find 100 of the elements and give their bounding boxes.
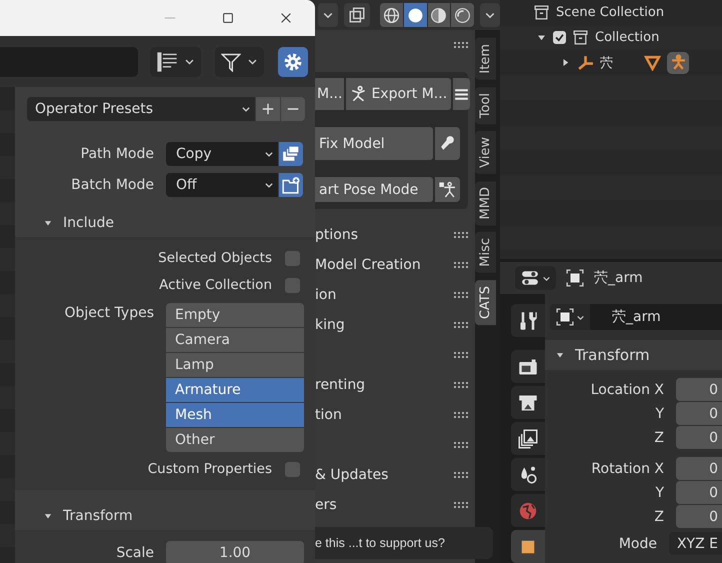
panel-header[interactable]: Transform (545, 340, 722, 370)
toggle-button[interactable] (279, 173, 303, 197)
sidebar-tab[interactable]: View (475, 130, 496, 174)
dropdown[interactable]: Off (166, 173, 278, 197)
checkbox[interactable] (285, 462, 300, 476)
checkbox[interactable] (285, 250, 300, 266)
panel-header[interactable]: ptions (315, 227, 358, 243)
list-option[interactable]: Mesh (166, 403, 304, 427)
display-mode-dropdown[interactable] (150, 46, 201, 76)
sidebar-tab[interactable]: Tool (475, 86, 496, 124)
overlay-button[interactable] (344, 3, 370, 27)
tree-item[interactable]: Scene Collection (556, 5, 664, 20)
filter-dropdown[interactable] (215, 46, 264, 76)
object-icon (566, 269, 584, 287)
dropdown-button[interactable] (480, 3, 500, 27)
properties-tab[interactable] (511, 386, 545, 419)
panel-header[interactable]: & Updates (315, 467, 388, 483)
number-field[interactable]: 0 (676, 457, 722, 480)
add-button[interactable] (256, 97, 280, 121)
properties-tab[interactable] (511, 422, 545, 455)
properties-tab[interactable] (511, 458, 545, 491)
shading-button[interactable] (380, 3, 403, 27)
properties-tab[interactable] (511, 530, 545, 563)
checkbox[interactable] (553, 31, 566, 44)
settings-button[interactable] (278, 46, 308, 76)
sidebar-tab[interactable]: Item (475, 38, 496, 80)
maximize-icon (221, 11, 235, 25)
stacked-boxes-icon (282, 145, 300, 163)
tool-button[interactable]: Fix Model (315, 127, 433, 160)
remove-button[interactable] (281, 97, 305, 121)
figure-icon (439, 181, 456, 198)
field-label: Scale (115, 545, 155, 561)
sidebar-tab[interactable]: MMD (475, 180, 496, 226)
field-label: Path Mode (80, 146, 155, 162)
panel-header[interactable]: Model Creation (315, 257, 421, 273)
globe-icon[interactable] (518, 500, 538, 520)
tool-button[interactable]: art Pose Mode (315, 177, 433, 202)
list-option[interactable]: Camera (166, 328, 304, 352)
wrench-screwdriver-icon[interactable] (518, 310, 538, 330)
checkbox[interactable] (285, 278, 300, 292)
presets-dropdown[interactable]: Operator Presets (27, 97, 255, 121)
checkbox-label: Custom Properties (148, 461, 272, 477)
editor-type-dropdown[interactable] (515, 266, 556, 290)
panel-header[interactable]: king (315, 317, 345, 333)
shading-button[interactable] (404, 3, 426, 27)
checkbox-label: Active Collection (159, 277, 272, 293)
properties-tab[interactable] (511, 304, 545, 337)
sphere-icon (430, 6, 448, 24)
properties-tab[interactable] (511, 350, 545, 383)
list-option[interactable]: Other (166, 428, 304, 452)
object-icon (556, 308, 574, 326)
tool-button[interactable]: M... (315, 78, 344, 110)
camera-icon[interactable] (518, 356, 538, 376)
panel-title: Include (63, 214, 114, 230)
mode-dropdown[interactable]: XYZ E (668, 532, 722, 555)
name-field[interactable]: 茓_arm (590, 304, 722, 330)
list-option[interactable]: Lamp (166, 353, 304, 377)
menu-button[interactable] (453, 78, 470, 110)
support-banner[interactable]: e this ...t to support us? (315, 527, 493, 559)
data-type-dropdown[interactable] (550, 304, 590, 330)
field-label: Mode (618, 536, 658, 552)
dropdown-button[interactable] (318, 3, 338, 27)
field-label: Rotation X (590, 460, 665, 476)
pose-button[interactable] (435, 177, 460, 202)
overlapping-squares-icon (348, 6, 366, 24)
dropdown[interactable]: Copy (166, 142, 278, 166)
panel-header[interactable]: tion (315, 407, 342, 423)
checkmark-icon (554, 32, 565, 43)
number-field[interactable]: 1.00 (166, 541, 304, 563)
sidebar-tab[interactable]: CATS (475, 280, 496, 326)
tool-button[interactable]: Export M... (346, 78, 452, 110)
number-field[interactable]: 0 (676, 481, 722, 504)
panel-header[interactable]: renting (315, 377, 366, 393)
toggle-button[interactable] (279, 142, 303, 166)
sidebar-tab[interactable]: Misc (475, 232, 496, 273)
folder-plus-icon (282, 176, 300, 194)
image-stack-icon[interactable] (518, 428, 538, 448)
wrench-button[interactable] (435, 127, 460, 160)
tree-item[interactable]: Collection (595, 30, 660, 45)
settings-icon (283, 52, 303, 72)
figure-icon[interactable] (667, 52, 689, 74)
number-field[interactable]: 0 (676, 426, 722, 449)
object-name: 茓_arm (594, 269, 643, 287)
printer-icon[interactable] (518, 392, 538, 412)
number-field[interactable]: 0 (676, 505, 722, 528)
bone-icon (577, 54, 594, 71)
panel-header[interactable]: ers (315, 497, 337, 513)
number-field[interactable]: 0 (676, 378, 722, 401)
wrench-icon (439, 135, 456, 152)
shading-button[interactable] (428, 3, 450, 27)
panel-header[interactable]: ion (315, 287, 336, 303)
field-label: Y (654, 406, 665, 422)
close-icon (279, 11, 293, 25)
list-option[interactable]: Empty (166, 303, 304, 327)
list-view-icon (156, 50, 178, 72)
shading-button[interactable] (451, 3, 474, 27)
list-option[interactable]: Armature (166, 378, 304, 402)
field-label: Batch Mode (70, 177, 155, 193)
tree-item[interactable]: 茓 (600, 54, 613, 72)
number-field[interactable]: 0 (676, 402, 722, 425)
